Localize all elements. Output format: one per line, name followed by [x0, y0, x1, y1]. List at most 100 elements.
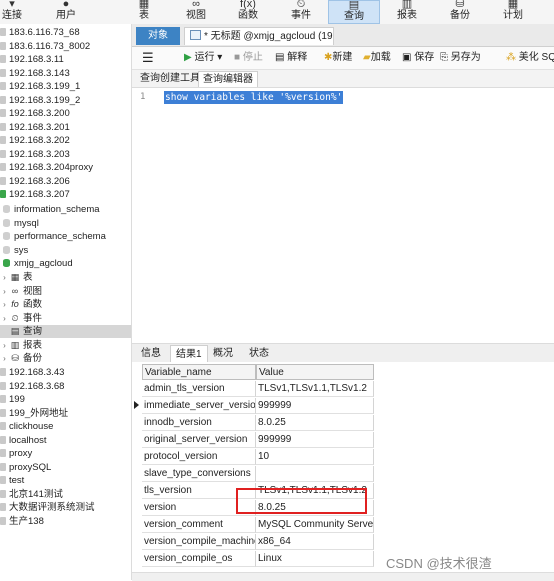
table-row[interactable]: version_comment MySQL Community Server — [132, 517, 554, 534]
tree-item-server[interactable]: clickhouse — [0, 420, 131, 433]
tree-item-server[interactable]: 183.6.116.73_8002 — [0, 40, 131, 53]
tree-item-server[interactable]: 192.168.3.204proxy — [0, 161, 131, 174]
report-icon: ▥ — [401, 0, 413, 9]
tree-node-tables[interactable]: › ▦ 表 — [0, 271, 131, 284]
column-header[interactable]: Value — [256, 364, 374, 380]
tab-status[interactable]: 状态 — [244, 345, 274, 362]
user-icon: ● — [62, 0, 70, 9]
server-icon — [0, 516, 6, 525]
tree-node-reports[interactable]: › ▥ 报表 — [0, 339, 131, 352]
line-number: 1 — [140, 92, 146, 102]
tab-info[interactable]: 信息 — [136, 345, 166, 362]
result-grid: Variable_name Value admin_tls_version TLS… — [132, 362, 554, 572]
toolbar-event[interactable]: ⏲ 事件 — [283, 0, 319, 24]
editor-subtabs: 查询创建工具 查询编辑器 — [132, 70, 554, 88]
tree-item-server[interactable]: 192.168.3.206 — [0, 175, 131, 188]
server-icon — [0, 55, 6, 63]
tree-item-server[interactable]: proxySQL — [0, 461, 131, 474]
tree-item-server[interactable]: 183.6.116.73_68 — [0, 26, 131, 39]
tree-item-server[interactable]: localhost — [0, 434, 131, 447]
toolbar-table[interactable]: ▦ 表 — [126, 0, 162, 24]
toolbar-backup[interactable]: ⛁ 备份 — [442, 0, 478, 24]
toolbar-function[interactable]: f(x) 函数 — [230, 0, 266, 24]
expand-arrow-icon[interactable]: › — [0, 339, 9, 352]
tree-item-server[interactable]: 192.168.3.143 — [0, 67, 131, 80]
tree-item-server[interactable]: 192.168.3.11 — [0, 53, 131, 66]
save-button[interactable]: ▣ 保存 — [402, 47, 434, 69]
menu-icon[interactable]: ☰ — [142, 47, 154, 69]
expand-arrow-icon[interactable]: › — [0, 312, 9, 325]
tree-item-server[interactable]: 北京141测试 — [0, 488, 131, 501]
expand-arrow-icon[interactable]: › — [0, 285, 9, 298]
toolbar-schedule[interactable]: ▦ 计划 — [495, 0, 531, 24]
tree-item-server[interactable]: 199 — [0, 393, 131, 406]
tree-node-queries[interactable]: ▤ 查询 — [0, 325, 131, 338]
new-button[interactable]: ✱新建 — [324, 47, 352, 69]
tab-query-builder[interactable]: 查询创建工具 — [136, 71, 204, 87]
server-icon — [0, 462, 6, 471]
tree-item-database[interactable]: performance_schema — [0, 230, 134, 243]
tree-item-server[interactable]: 192.168.3.68 — [0, 380, 131, 393]
tree-node-views[interactable]: › ∞ 视图 — [0, 285, 131, 298]
save-as-button[interactable]: ⎘ 另存为 — [440, 47, 481, 69]
tree-node-functions[interactable]: › fo 函数 — [0, 298, 131, 311]
table-row[interactable]: slave_type_conversions — [132, 466, 554, 483]
tree-item-server[interactable]: 192.168.3.199_2 — [0, 94, 131, 107]
tree-item-server[interactable]: 192.168.3.43 — [0, 366, 131, 379]
database-icon — [3, 245, 10, 254]
toolbar-view[interactable]: ∞ 视图 — [178, 0, 214, 24]
expand-arrow-icon[interactable]: › — [0, 298, 9, 311]
table-row[interactable]: version_compile_machine x86_64 — [132, 534, 554, 551]
tree-item-server[interactable]: 192.168.3.202 — [0, 134, 131, 147]
document-tab-bar: 对象 * 无标题 @xmjg_agcloud (19... — [132, 24, 554, 47]
tab-untitled-query[interactable]: * 无标题 @xmjg_agcloud (19... — [184, 27, 334, 45]
toolbar-report[interactable]: ▥ 报表 — [389, 0, 425, 24]
column-header[interactable]: Variable_name — [142, 364, 256, 380]
table-row[interactable]: admin_tls_version TLSv1,TLSv1.1,TLSv1.2 — [132, 381, 554, 398]
tree-item-server[interactable]: 192.168.3.203 — [0, 148, 131, 161]
toolbar-user[interactable]: ● 用户 — [48, 0, 84, 24]
tree-item-server-connected[interactable]: 192.168.3.207 — [0, 188, 131, 201]
server-icon — [0, 476, 6, 484]
sql-editor[interactable]: 1 show variables like '%version%' — [132, 88, 554, 340]
table-row[interactable]: innodb_version 8.0.25 — [132, 415, 554, 432]
stop-button[interactable]: ■ 停止 — [234, 47, 263, 69]
tab-result-1[interactable]: 结果1 — [170, 345, 208, 362]
event-icon: ⏲ — [296, 0, 306, 9]
tree-item-database[interactable]: mysql — [0, 217, 134, 230]
table-row[interactable]: original_server_version 999999 — [132, 432, 554, 449]
tree-node-events[interactable]: › ⏲ 事件 — [0, 312, 131, 325]
table-row[interactable]: protocol_version 10 — [132, 449, 554, 466]
tab-objects[interactable]: 对象 — [136, 27, 180, 45]
sql-text-selected[interactable]: show variables like '%version%' — [164, 91, 344, 104]
run-button[interactable]: ▶ 运行 ▾ — [184, 47, 222, 69]
tree-item-database[interactable]: information_schema — [0, 203, 134, 216]
beautify-sql-button[interactable]: ⁂ 美化 SQL — [506, 47, 554, 69]
tree-item-server[interactable]: 大数据评测系统测试 — [0, 501, 131, 514]
toolbar-query[interactable]: ▤ 查询 — [328, 0, 380, 24]
toolbar-connect[interactable]: ▾ 连接 — [0, 0, 24, 24]
server-icon — [0, 82, 6, 90]
table-row[interactable]: immediate_server_version 999999 — [132, 398, 554, 415]
tree-item-server[interactable]: 生产138 — [0, 515, 131, 528]
query-toolbar: ☰ ▶ 运行 ▾ ■ 停止 ▤ 解释 ✱新建 ▰加载 ▣ 保存 ⎘ 另存为 ⁂ … — [132, 47, 554, 70]
explain-button[interactable]: ▤ 解释 — [275, 47, 307, 69]
tree-item-server[interactable]: 192.168.3.200 — [0, 107, 131, 120]
load-button[interactable]: ▰加载 — [363, 47, 391, 69]
tree-item-server[interactable]: 199_外网地址 — [0, 407, 131, 420]
expand-arrow-icon[interactable]: › — [0, 352, 9, 365]
tree-item-server[interactable]: 192.168.3.199_1 — [0, 80, 131, 93]
tree-item-server[interactable]: 192.168.3.201 — [0, 121, 131, 134]
server-icon — [0, 109, 6, 117]
server-icon — [0, 395, 6, 403]
tree-item-server[interactable]: test — [0, 474, 131, 487]
expand-arrow-icon[interactable]: › — [0, 271, 9, 284]
tree-item-server[interactable]: proxy — [0, 447, 131, 460]
database-icon — [3, 259, 10, 267]
tree-item-database-open[interactable]: xmjg_agcloud — [0, 257, 134, 270]
tree-item-database[interactable]: sys — [0, 244, 134, 257]
tab-query-editor[interactable]: 查询编辑器 — [198, 71, 258, 87]
tree-node-backups[interactable]: › ⛁ 备份 — [0, 352, 131, 365]
server-icon — [0, 449, 6, 457]
tab-profile[interactable]: 概况 — [208, 345, 238, 362]
